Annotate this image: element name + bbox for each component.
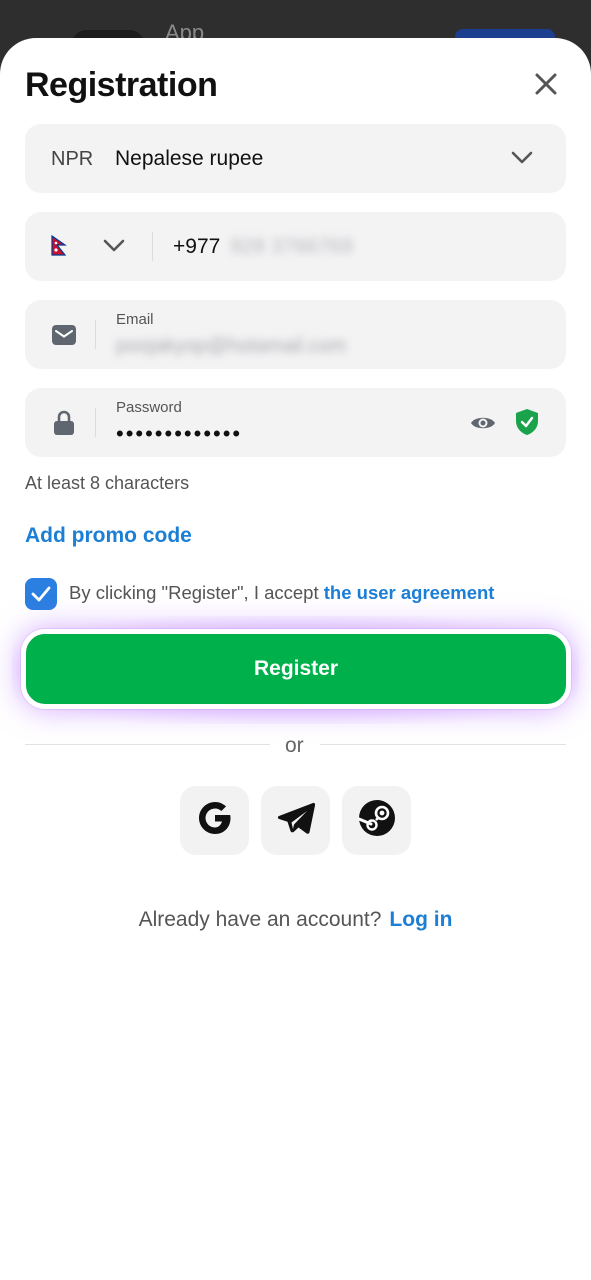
password-field[interactable]: Password ••••••••••••• [25, 388, 566, 457]
phone-field: +977 928 3766769 [25, 212, 566, 281]
google-icon [195, 798, 235, 843]
register-button[interactable]: Register [21, 629, 571, 709]
page-title: Registration [25, 66, 218, 104]
shield-check-icon [514, 408, 540, 436]
login-link[interactable]: Log in [389, 908, 452, 931]
currency-name: Nepalese rupee [115, 147, 264, 170]
telegram-login-button[interactable] [261, 786, 330, 855]
password-hint: At least 8 characters [25, 473, 190, 493]
divider [152, 232, 153, 261]
nepal-flag-icon [51, 234, 67, 257]
password-input[interactable]: ••••••••••••• [116, 421, 242, 447]
login-prompt-row: Already have an account? Log in [0, 908, 591, 932]
divider-or-text: or [285, 734, 304, 757]
agreement-checkbox[interactable] [25, 578, 57, 610]
phone-input[interactable]: 928 3766769 [230, 235, 353, 259]
divider-left [25, 744, 270, 745]
password-label: Password [116, 399, 182, 416]
email-field[interactable]: Email poojakyop@hotamail.com [25, 300, 566, 369]
divider-right [320, 744, 566, 745]
eye-icon[interactable] [469, 410, 497, 436]
divider [95, 320, 96, 349]
envelope-icon [51, 322, 77, 348]
lock-icon [51, 410, 77, 436]
email-label: Email [116, 311, 154, 328]
login-prompt: Already have an account? [138, 908, 382, 931]
divider [95, 408, 96, 437]
chevron-down-icon [509, 147, 535, 169]
telegram-icon [276, 800, 316, 841]
add-promo-code-link[interactable]: Add promo code [25, 524, 192, 548]
steam-login-button[interactable] [342, 786, 411, 855]
country-chevron-down-icon[interactable] [101, 234, 127, 258]
phone-prefix: +977 [173, 235, 221, 258]
agreement-text: By clicking "Register", I accept the use… [69, 582, 494, 604]
currency-code: NPR [51, 148, 94, 170]
google-login-button[interactable] [180, 786, 249, 855]
registration-sheet: Registration NPR Nepalese rupee +977 928… [0, 38, 591, 1280]
currency-select[interactable]: NPR Nepalese rupee [25, 124, 566, 193]
email-input[interactable]: poojakyop@hotamail.com [116, 335, 346, 358]
agreement-label: By clicking "Register", I accept [69, 582, 319, 603]
close-icon[interactable] [531, 69, 561, 99]
steam-icon [357, 798, 397, 843]
user-agreement-link[interactable]: the user agreement [324, 582, 495, 603]
